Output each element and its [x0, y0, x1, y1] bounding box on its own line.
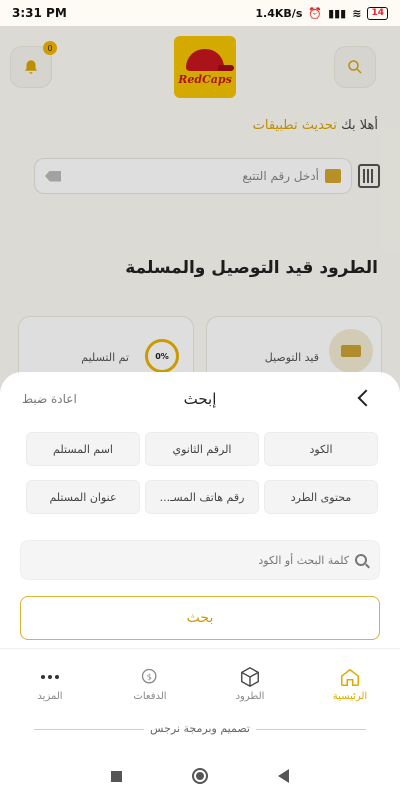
- sheet-title: إبحث: [183, 390, 217, 408]
- search-field-icon: [355, 554, 367, 566]
- nav-label-home: الرئيسية: [332, 691, 368, 702]
- recents-icon[interactable]: [111, 770, 122, 782]
- bottom-nav: المزيد $ الدفعات الطرود الرئيسية: [0, 648, 400, 720]
- sheet-header: اعادة ضبط إبحث: [0, 388, 400, 414]
- more-icon: [39, 667, 61, 687]
- alarm-icon: ⏰: [308, 6, 323, 20]
- submit-search-button[interactable]: بحث: [20, 596, 380, 640]
- nav-item-more[interactable]: المزيد: [10, 667, 90, 702]
- search-sheet: اعادة ضبط إبحث الكود الرقم الثانوي اسم ا…: [0, 372, 400, 800]
- home-system-icon[interactable]: [192, 768, 208, 784]
- wifi-icon: ≋: [352, 6, 362, 20]
- network-speed: 1.4KB/s: [255, 6, 303, 20]
- battery-indicator: 14: [367, 6, 388, 20]
- filter-chip-recipient-name[interactable]: اسم المستلم: [26, 432, 140, 466]
- search-field[interactable]: كلمة البحث أو الكود: [20, 540, 380, 580]
- svg-text:$: $: [147, 672, 152, 682]
- status-icons: 1.4KB/s ⏰ ▮▮▮ ≋ 14: [255, 6, 388, 20]
- signal-icon: ▮▮▮: [328, 6, 347, 20]
- status-bar: 3:31 PM 1.4KB/s ⏰ ▮▮▮ ≋ 14: [0, 0, 400, 26]
- filter-chip-recipient-address[interactable]: عنوان المستلم: [26, 480, 140, 514]
- nav-item-home[interactable]: الرئيسية: [310, 667, 390, 702]
- nav-item-payments[interactable]: $ الدفعات: [110, 667, 190, 702]
- status-time: 3:31 PM: [12, 6, 67, 20]
- filter-chip-recipient-phone[interactable]: رقم هاتف المسـ...: [145, 480, 259, 514]
- filter-chip-secondary-number[interactable]: الرقم الثانوي: [145, 432, 259, 466]
- home-icon: [339, 667, 361, 687]
- footer-credit: تصميم وبرمجة نرجس: [0, 722, 400, 735]
- back-icon[interactable]: [278, 769, 289, 783]
- filter-chip-code[interactable]: الكود: [264, 432, 378, 466]
- system-nav-bar: [0, 752, 400, 800]
- nav-label-more: المزيد: [37, 691, 63, 702]
- box-icon: [239, 667, 261, 687]
- nav-label-packages: الطرود: [235, 691, 265, 702]
- filter-chip-package-content[interactable]: محتوى الطرد: [264, 480, 378, 514]
- nav-item-packages[interactable]: الطرود: [210, 667, 290, 702]
- search-field-placeholder: كلمة البحث أو الكود: [258, 553, 349, 567]
- nav-label-payments: الدفعات: [133, 691, 167, 702]
- payments-icon: $: [139, 667, 161, 687]
